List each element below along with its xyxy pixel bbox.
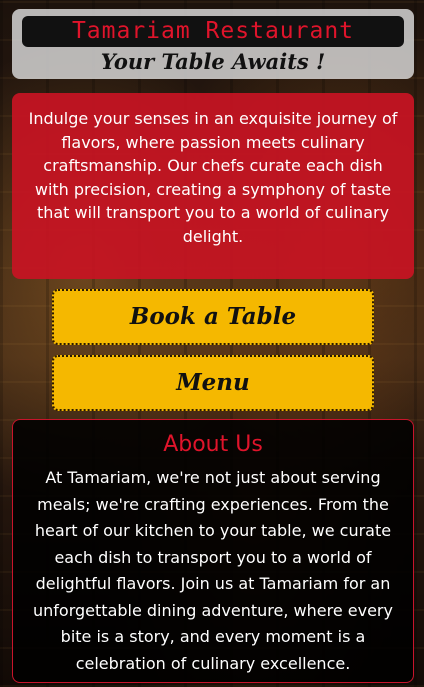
about-text: At Tamariam, we're not just about servin… [33, 468, 393, 673]
restaurant-title: Tamariam Restaurant [22, 16, 404, 47]
intro-panel: Indulge your senses in an exquisite jour… [12, 93, 414, 279]
menu-button[interactable]: Menu [52, 355, 374, 411]
header: Tamariam Restaurant Your Table Awaits ! [12, 9, 414, 79]
book-table-button[interactable]: Book a Table [52, 289, 374, 345]
about-section: About Us At Tamariam, we're not just abo… [12, 419, 414, 683]
about-heading: About Us [163, 432, 263, 457]
tagline: Your Table Awaits ! [100, 49, 326, 74]
intro-text: Indulge your senses in an exquisite jour… [28, 109, 398, 246]
